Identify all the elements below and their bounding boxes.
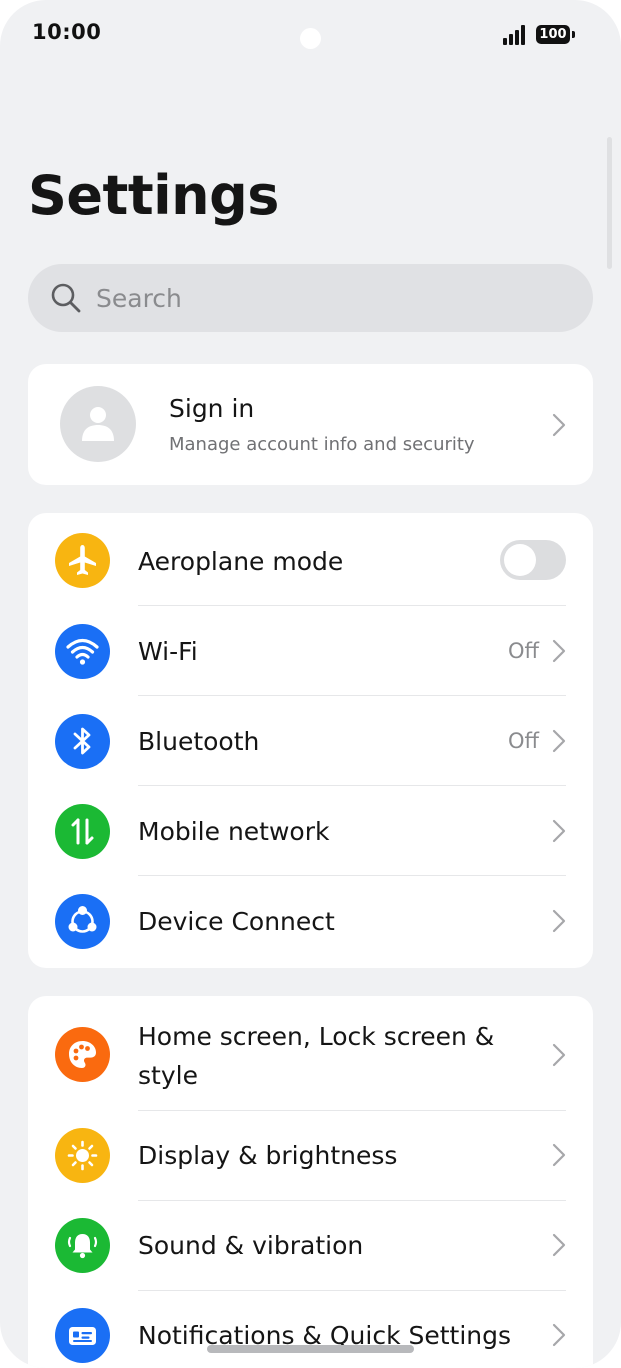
scrollbar[interactable]	[607, 137, 612, 269]
settings-item-notifications-quick-settings[interactable]: Notifications & Quick Settings	[28, 1291, 593, 1368]
chevron-right-icon	[552, 639, 566, 663]
settings-item-home-screen-style[interactable]: Home screen, Lock screen & style	[28, 996, 593, 1110]
home-screen-style-label-line2: style	[138, 1061, 198, 1090]
settings-screen: 10:00 100 Settings Sign in Manage accoun…	[0, 0, 621, 1368]
device-connect-icon	[55, 894, 110, 949]
airplane-icon	[55, 533, 110, 588]
connectivity-group: Aeroplane mode Wi-Fi Off Bluetooth Off M…	[28, 513, 593, 968]
chevron-right-icon	[552, 729, 566, 753]
bluetooth-icon	[55, 714, 110, 769]
mobile-network-label: Mobile network	[138, 817, 330, 846]
search-icon	[51, 283, 81, 313]
wifi-label: Wi-Fi	[138, 637, 198, 666]
chevron-right-icon	[552, 1323, 566, 1347]
device-connect-label: Device Connect	[138, 907, 335, 936]
user-icon	[82, 407, 114, 441]
aeroplane-mode-label: Aeroplane mode	[138, 547, 344, 576]
wifi-status: Off	[508, 639, 539, 663]
settings-item-sound-vibration[interactable]: Sound & vibration	[28, 1201, 593, 1290]
chevron-right-icon	[552, 413, 566, 437]
chevron-right-icon	[552, 1143, 566, 1167]
settings-item-wifi[interactable]: Wi-Fi Off	[28, 606, 593, 696]
settings-item-display-brightness[interactable]: Display & brightness	[28, 1111, 593, 1200]
toggle-knob	[504, 544, 536, 576]
chevron-right-icon	[552, 909, 566, 933]
settings-item-bluetooth[interactable]: Bluetooth Off	[28, 696, 593, 786]
sign-in-title: Sign in	[169, 394, 255, 423]
aeroplane-mode-toggle[interactable]	[500, 540, 566, 580]
mobile-network-icon	[55, 804, 110, 859]
bluetooth-status: Off	[508, 729, 539, 753]
display-brightness-label: Display & brightness	[138, 1141, 398, 1170]
bell-icon	[55, 1218, 110, 1273]
home-indicator[interactable]	[207, 1345, 414, 1353]
chevron-right-icon	[552, 1043, 566, 1067]
notifications-icon	[55, 1308, 110, 1363]
sign-in-subtitle: Manage account info and security	[169, 434, 475, 455]
bluetooth-label: Bluetooth	[138, 727, 260, 756]
search-input[interactable]	[96, 276, 566, 320]
palette-icon	[55, 1027, 110, 1082]
sound-vibration-label: Sound & vibration	[138, 1231, 364, 1260]
chevron-right-icon	[552, 1233, 566, 1257]
front-camera	[300, 28, 321, 49]
settings-item-mobile-network[interactable]: Mobile network	[28, 786, 593, 876]
wifi-icon	[55, 624, 110, 679]
home-screen-style-label-line1: Home screen, Lock screen &	[138, 1022, 495, 1051]
status-bar: 10:00 100	[0, 0, 621, 70]
avatar	[60, 386, 136, 462]
battery-icon: 100	[536, 25, 570, 44]
search-bar[interactable]	[28, 264, 593, 332]
status-time: 10:00	[32, 20, 102, 44]
personalization-group: Home screen, Lock screen & style Display…	[28, 996, 593, 1368]
account-card[interactable]: Sign in Manage account info and security	[28, 364, 593, 485]
battery-tip	[572, 31, 575, 38]
signal-icon	[503, 25, 527, 45]
settings-item-aeroplane-mode[interactable]: Aeroplane mode	[28, 513, 593, 606]
chevron-right-icon	[552, 819, 566, 843]
settings-item-device-connect[interactable]: Device Connect	[28, 876, 593, 968]
sun-icon	[55, 1128, 110, 1183]
page-title: Settings	[28, 164, 279, 227]
